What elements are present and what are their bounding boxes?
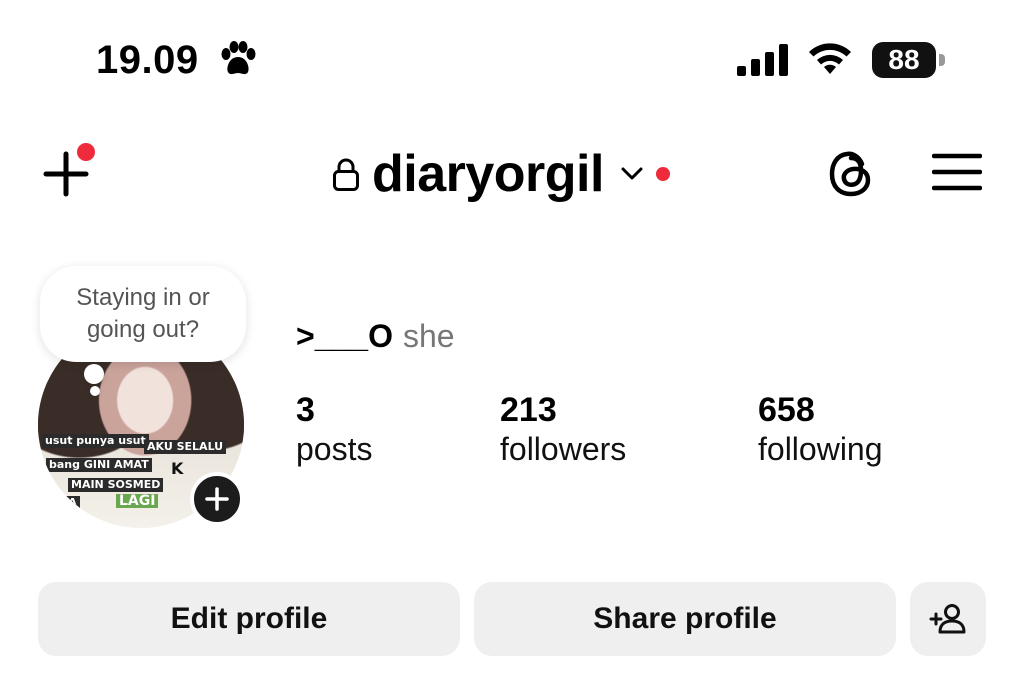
- chevron-down-icon: [621, 167, 643, 180]
- lock-icon: [333, 158, 359, 191]
- note-tail: [84, 364, 104, 384]
- stat-followers[interactable]: 213 followers: [500, 392, 626, 470]
- pronouns: she: [402, 318, 455, 354]
- stat-following[interactable]: 658 following: [758, 392, 883, 470]
- edit-profile-button[interactable]: Edit profile: [38, 582, 460, 656]
- cellular-signal-icon: [737, 44, 788, 76]
- battery-level: 88: [872, 42, 936, 78]
- avatar-caption: usut punya usut: [42, 434, 149, 448]
- plus-icon: [205, 487, 229, 511]
- note-line: going out?: [86, 316, 200, 343]
- followers-count: 213: [500, 391, 557, 429]
- status-time: 19.09: [96, 38, 199, 82]
- avatar-caption: K: [171, 459, 184, 478]
- stat-posts[interactable]: 3 posts: [296, 392, 372, 470]
- note-line: Staying in or: [76, 284, 210, 311]
- share-profile-button[interactable]: Share profile: [474, 582, 896, 656]
- avatar-caption: LAGI: [116, 494, 159, 508]
- battery-tip: [939, 54, 945, 66]
- hamburger-menu-icon[interactable]: [932, 152, 982, 192]
- avatar-caption: INA: [52, 496, 80, 510]
- account-switcher[interactable]: diaryorgil: [332, 144, 670, 204]
- note-tail: [90, 386, 100, 396]
- posts-count: 3: [296, 391, 315, 429]
- note-bubble[interactable]: Staying in or going out?: [40, 266, 246, 362]
- add-person-icon: [929, 604, 966, 634]
- avatar-caption: MAIN SOSMED: [68, 478, 164, 492]
- avatar-caption: AKU SELALU: [144, 440, 227, 454]
- following-label: following: [758, 431, 883, 467]
- posts-label: posts: [296, 431, 373, 467]
- notification-dot: [655, 167, 670, 181]
- followers-label: followers: [500, 431, 627, 467]
- display-name: >___O: [296, 318, 393, 354]
- avatar-caption: bang GINI AMAT: [46, 458, 152, 472]
- following-count: 658: [758, 391, 815, 429]
- plus-icon: [43, 143, 95, 197]
- wifi-icon: [809, 43, 851, 74]
- profile-username: diaryorgil: [372, 145, 604, 203]
- create-button[interactable]: [40, 140, 100, 200]
- paw-icon: [221, 41, 256, 75]
- battery-indicator: 88: [872, 42, 948, 80]
- threads-icon[interactable]: [826, 148, 876, 200]
- display-name-row: >___O she: [296, 318, 455, 355]
- discover-people-button[interactable]: [910, 582, 986, 656]
- add-story-button[interactable]: [190, 472, 244, 526]
